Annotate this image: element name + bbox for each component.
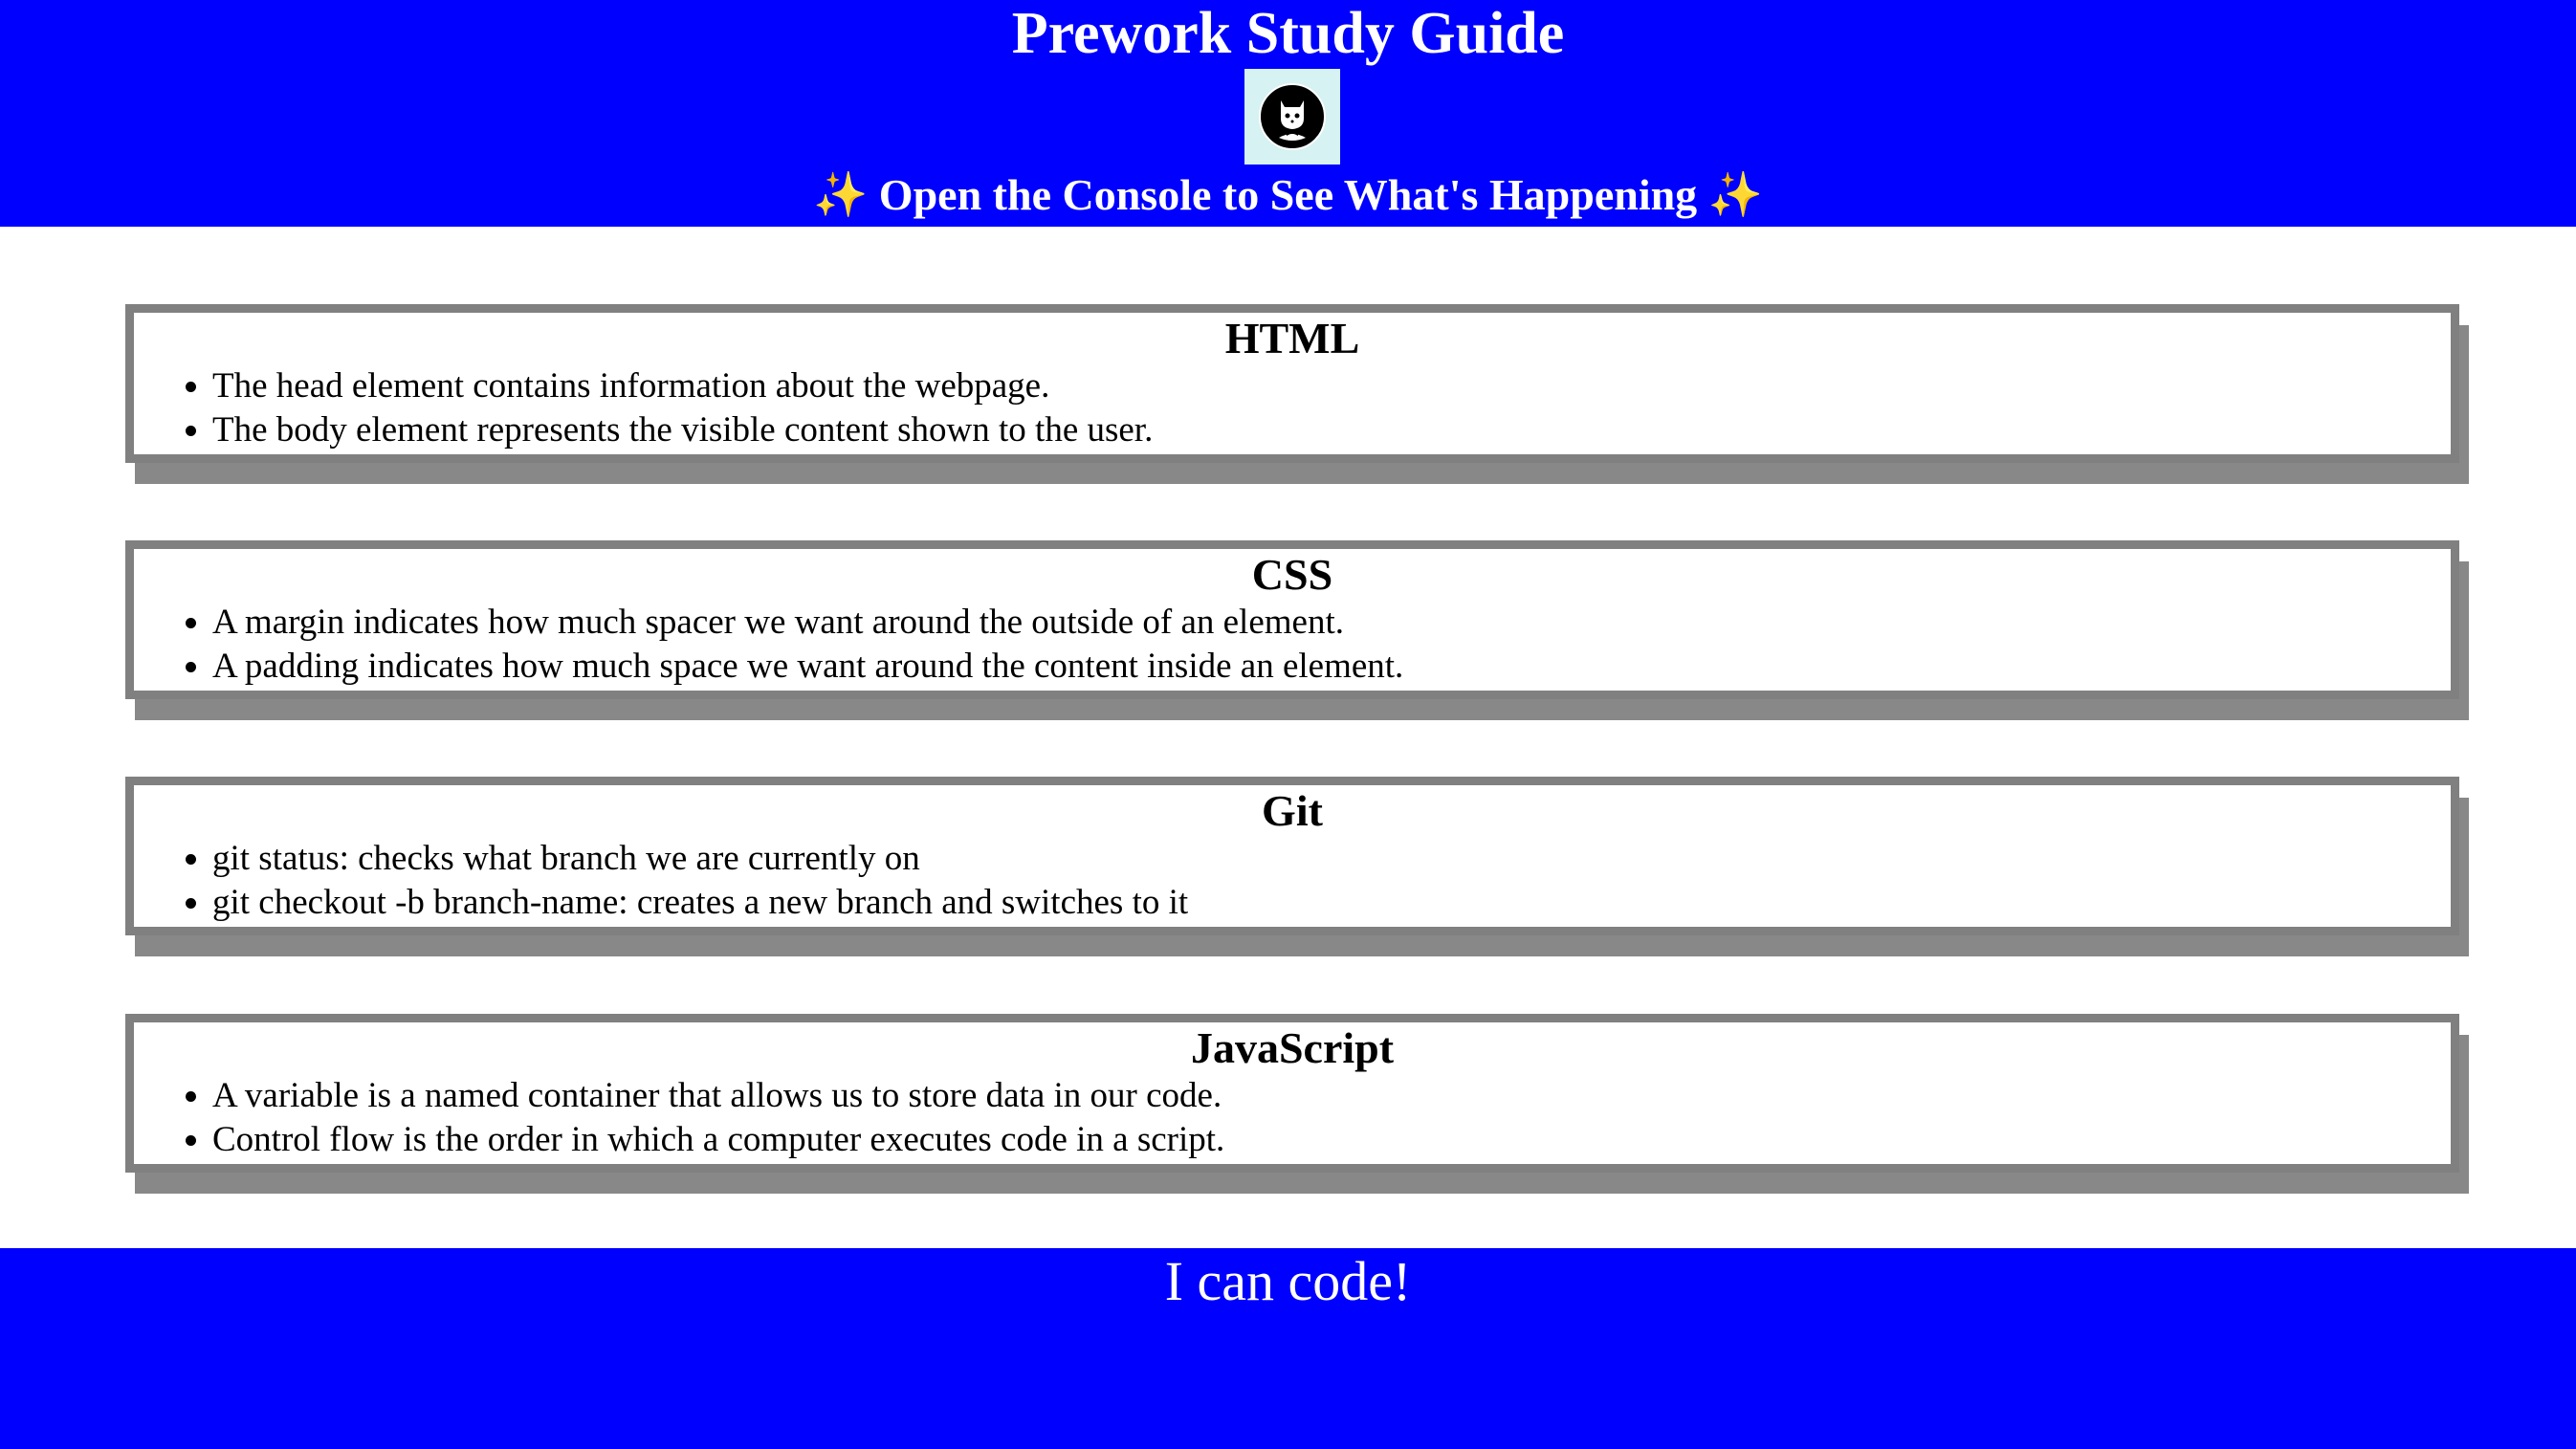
list-item: A margin indicates how much spacer we wa… [212,601,2451,645]
section-list: git status: checks what branch we are cu… [134,837,2451,927]
section-title: JavaScript [1190,1023,1395,1072]
footer-text: I can code! [1164,1250,1412,1312]
page-header: Prework Study Guide ✨ Open the Console t… [0,0,2576,227]
page-title: Prework Study Guide [1011,1,1565,66]
section-title: CSS [1251,550,1333,599]
list-item: git checkout -b branch-name: creates a n… [212,881,2451,925]
section-css: CSS A margin indicates how much spacer w… [125,540,2459,699]
section-title: HTML [1224,314,1360,362]
section-list: A variable is a named container that all… [134,1074,2451,1164]
section-title: Git [1262,786,1323,835]
cat-logo-icon [1244,69,1340,165]
list-item: Control flow is the order in which a com… [212,1118,2451,1162]
list-item: The head element contains information ab… [212,364,2451,408]
section-javascript: JavaScript A variable is a named contain… [125,1014,2459,1173]
section-list: The head element contains information ab… [134,364,2451,454]
page-footer: I can code! [0,1248,2576,1449]
list-item: A variable is a named container that all… [212,1074,2451,1118]
section-git: Git git status: checks what branch we ar… [125,777,2459,935]
list-item: The body element represents the visible … [212,408,2451,452]
page-subtitle: ✨ Open the Console to See What's Happeni… [813,170,1763,219]
list-item: git status: checks what branch we are cu… [212,837,2451,881]
list-item: A padding indicates how much space we wa… [212,645,2451,689]
section-html: HTML The head element contains informati… [125,304,2459,463]
section-list: A margin indicates how much spacer we wa… [134,601,2451,691]
